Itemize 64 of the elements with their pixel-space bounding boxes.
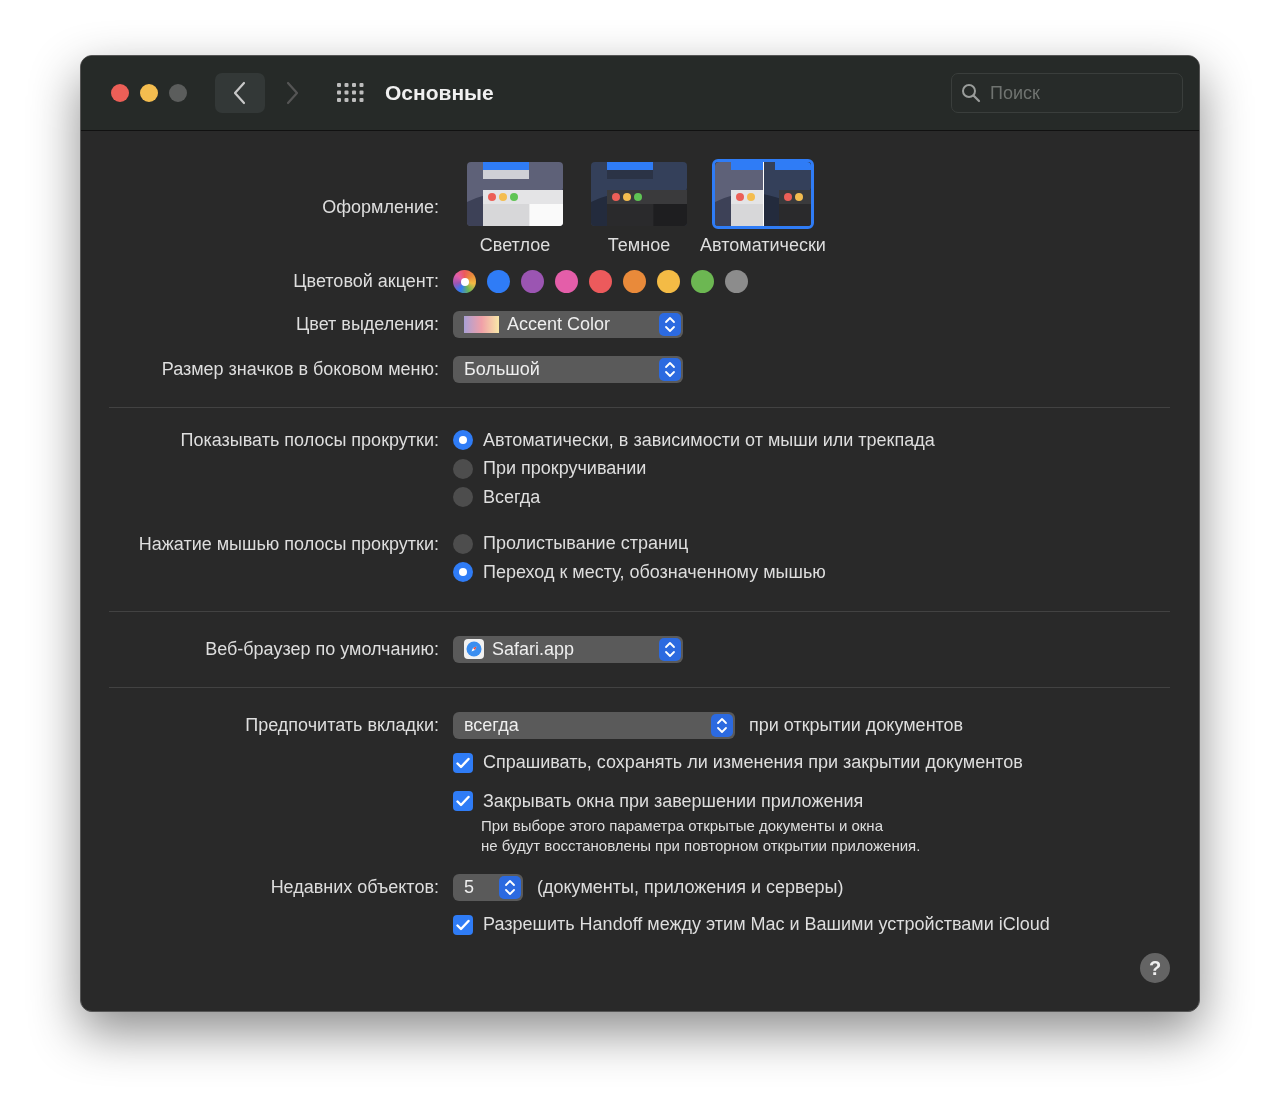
radio-button[interactable] [453, 430, 473, 451]
setting-label: Цветовой акцент: [292, 271, 439, 292]
setting-label: Оформление: [321, 197, 439, 218]
checkbox[interactable] [453, 791, 473, 812]
recent-items-select[interactable]: 5 [453, 873, 523, 901]
option-label: Всегда [483, 486, 541, 508]
color-swatch[interactable] [657, 270, 680, 293]
compass-icon [464, 639, 484, 659]
checkbox-label: Закрывать окна при завершении приложения [483, 790, 864, 812]
setting-label: Размер значков в боковом меню: [160, 359, 439, 380]
up-down-arrows-icon [664, 640, 676, 658]
chevron-left-icon [233, 81, 247, 105]
icon-size-select[interactable]: Большой [453, 356, 683, 383]
chevron-right-icon [285, 81, 299, 105]
setting-label: Нажатие мышью полосы прокрутки: [137, 532, 439, 556]
up-down-arrows-icon [716, 716, 728, 734]
color-swatch[interactable] [725, 270, 748, 293]
appearance-option[interactable]: Светлое [453, 159, 577, 256]
grid-icon[interactable] [337, 83, 365, 103]
option-label: Автоматически, в зависимости от мыши или трекпада [483, 429, 935, 451]
checkbox-label: Спрашивать, сохранять ли изменения при закрытии документов [483, 752, 1023, 774]
radio-button[interactable] [453, 458, 473, 479]
color-swatch[interactable] [623, 270, 646, 293]
radio-button[interactable] [453, 487, 473, 508]
color-swatch[interactable] [521, 270, 544, 293]
search-icon [961, 83, 981, 103]
prefer-tabs-select[interactable]: всегда [453, 711, 735, 739]
back-button[interactable] [215, 73, 265, 113]
setting-text: при открытии документов [749, 714, 964, 736]
color-swatch[interactable] [691, 270, 714, 293]
multicolor-swatch[interactable] [453, 270, 476, 293]
up-down-arrows-icon [664, 316, 676, 333]
close-button[interactable] [111, 84, 129, 102]
setting-label: Веб-браузер по умолчанию: [204, 638, 439, 660]
setting-text: (документы, приложения и серверы) [537, 876, 844, 898]
up-down-arrows-icon [504, 878, 516, 896]
radio-button[interactable] [453, 562, 473, 583]
setting-label: Показывать полосы прокрутки: [179, 429, 439, 452]
checkbox[interactable] [453, 752, 473, 773]
help-button[interactable]: ? [1140, 953, 1170, 983]
option-label: Переход к месту, обозначенному мышью [483, 561, 826, 583]
checkbox-label: Разрешить Handoff между этим Mac и Вашими устройствами iCloud [483, 914, 1050, 936]
color-gradient-swatch [464, 316, 499, 333]
appearance-option[interactable]: Темное [577, 159, 701, 256]
setting-label: Недавних объектов: [269, 876, 439, 898]
up-down-arrows-icon [664, 361, 676, 378]
color-swatch[interactable] [487, 270, 510, 293]
checkmark-icon [456, 918, 470, 931]
minimize-button[interactable] [140, 84, 158, 102]
checkmark-icon [456, 756, 470, 769]
checkbox[interactable] [453, 914, 473, 935]
color-swatch[interactable] [589, 270, 612, 293]
option-label: Пролистывание страниц [483, 533, 689, 555]
highlight-color-select[interactable]: Accent Color [453, 311, 683, 338]
radio-button[interactable] [453, 533, 473, 554]
window-title: Основные [385, 81, 494, 105]
browser-select[interactable]: Safari.app [453, 635, 683, 663]
checkmark-icon [456, 795, 470, 808]
color-swatch[interactable] [555, 270, 578, 293]
setting-label: Предпочитать вкладки: [244, 714, 439, 736]
option-label: При прокручивании [483, 458, 647, 480]
setting-label: Цвет выделения: [295, 314, 439, 335]
help-note: При выборе этого параметра открытые документы и окна не будут восстановлены при повторном открытии приложения. [481, 815, 922, 856]
search-field[interactable]: Поиск [951, 73, 1183, 113]
